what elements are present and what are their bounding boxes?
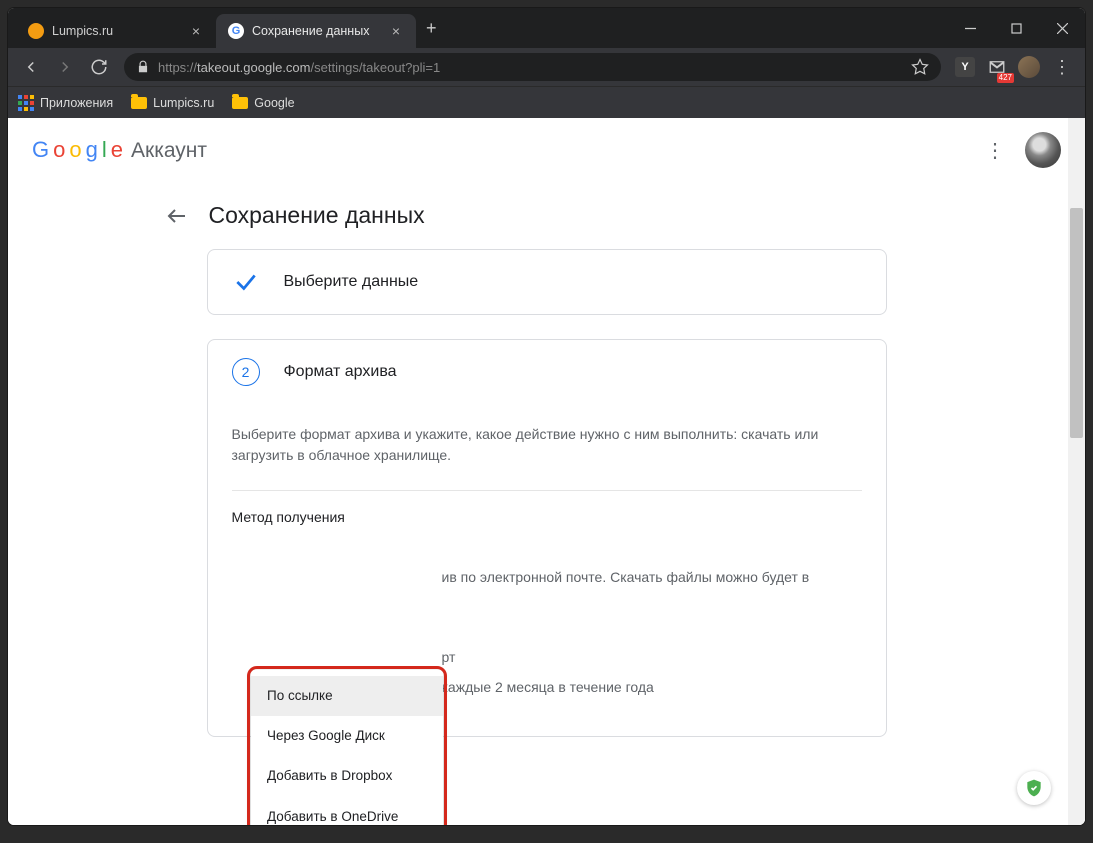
dropdown-option-onedrive[interactable]: Добавить в OneDrive (251, 797, 443, 825)
tab-lumpics[interactable]: Lumpics.ru × (16, 14, 216, 48)
header-more-button[interactable]: ⋮ (977, 130, 1013, 171)
mail-ext-icon[interactable]: 427 (983, 53, 1011, 81)
minimize-button[interactable] (947, 8, 993, 48)
step2-description: Выберите формат архива и укажите, какое … (232, 404, 862, 486)
step1-card[interactable]: Выберите данные (207, 249, 887, 315)
scrollbar-thumb[interactable] (1070, 208, 1083, 438)
favicon-icon (28, 23, 44, 39)
bookmark-label: Lumpics.ru (153, 96, 214, 110)
close-icon[interactable]: × (188, 23, 204, 39)
google-header: Google Аккаунт ⋮ (8, 118, 1085, 182)
bookmark-label: Приложения (40, 96, 113, 110)
tab-title: Lumpics.ru (52, 24, 180, 38)
folder-icon (232, 97, 248, 109)
security-shield-icon[interactable] (1017, 771, 1051, 805)
star-icon[interactable] (911, 58, 929, 76)
lock-icon (136, 60, 150, 74)
page-title: Сохранение данных (209, 202, 425, 229)
bookmark-label: Google (254, 96, 294, 110)
back-button[interactable] (16, 52, 46, 82)
tab-strip: Lumpics.ru × G Сохранение данных × + (8, 8, 947, 48)
url-text: https://takeout.google.com/settings/take… (158, 60, 903, 75)
apps-bookmark[interactable]: Приложения (18, 95, 113, 111)
export-label-partial: рт (442, 649, 862, 665)
back-arrow-button[interactable] (165, 204, 189, 228)
bookmarks-bar: Приложения Lumpics.ru Google (8, 86, 1085, 118)
step2-title: Формат архива (284, 363, 397, 381)
content: Сохранение данных Выберите данные 2 Форм… (207, 182, 887, 737)
dropdown-option-google-drive[interactable]: Через Google Диск (251, 716, 443, 756)
bookmark-folder-lumpics[interactable]: Lumpics.ru (131, 96, 214, 110)
tab-title: Сохранение данных (252, 24, 380, 38)
step1-title: Выберите данные (284, 273, 419, 291)
step-number-icon: 2 (232, 358, 260, 386)
close-icon[interactable]: × (388, 23, 404, 39)
account-avatar[interactable] (1025, 132, 1061, 168)
profile-avatar[interactable] (1015, 53, 1043, 81)
title-bar: Lumpics.ru × G Сохранение данных × + (8, 8, 1085, 48)
browser-window: Lumpics.ru × G Сохранение данных × + htt… (8, 8, 1085, 825)
delivery-method-label: Метод получения (232, 509, 862, 525)
dropdown-option-link[interactable]: По ссылке (251, 676, 443, 716)
bookmark-folder-google[interactable]: Google (232, 96, 294, 110)
window-controls (947, 8, 1085, 48)
folder-icon (131, 97, 147, 109)
account-label: Аккаунт (131, 139, 207, 163)
scrollbar-track[interactable] (1068, 118, 1085, 825)
page-title-row: Сохранение данных (165, 202, 887, 229)
avatar-icon (1018, 56, 1040, 78)
page-viewport: Google Аккаунт ⋮ Сохранение данных Выбер… (8, 118, 1085, 825)
dropdown-option-dropbox[interactable]: Добавить в Dropbox (251, 756, 443, 796)
new-tab-button[interactable]: + (416, 12, 447, 45)
mail-badge: 427 (997, 73, 1014, 83)
close-window-button[interactable] (1039, 8, 1085, 48)
reload-button[interactable] (84, 52, 114, 82)
google-logo[interactable]: Google Аккаунт (32, 137, 207, 163)
address-bar[interactable]: https://takeout.google.com/settings/take… (124, 53, 941, 81)
yandex-ext-icon[interactable]: Y (951, 53, 979, 81)
apps-icon (18, 95, 34, 111)
divider (232, 490, 862, 491)
delivery-method-dropdown: По ссылке Через Google Диск Добавить в D… (251, 670, 443, 825)
browser-menu-button[interactable]: ⋮ (1047, 57, 1077, 78)
favicon-icon: G (228, 23, 244, 39)
browser-toolbar: https://takeout.google.com/settings/take… (8, 48, 1085, 86)
maximize-button[interactable] (993, 8, 1039, 48)
delivery-description-partial: ив по электронной почте. Скачать файлы м… (442, 567, 862, 589)
tab-takeout[interactable]: G Сохранение данных × (216, 14, 416, 48)
forward-button[interactable] (50, 52, 80, 82)
schedule-label-partial: каждые 2 месяца в течение года (442, 679, 862, 695)
check-icon (232, 268, 260, 296)
